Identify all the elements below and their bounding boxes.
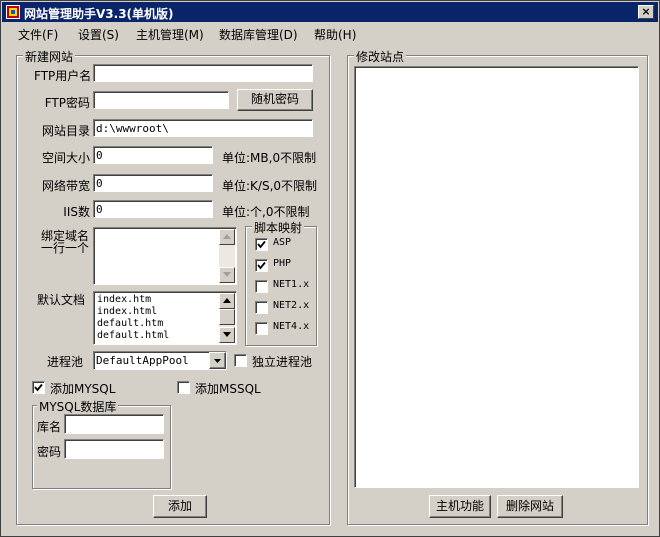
script-net1x-checkbox[interactable] (255, 280, 268, 293)
menu-file[interactable]: 文件(F) (18, 26, 58, 43)
bandwidth-label: 网络带宽 (41, 179, 90, 193)
bandwidth-input[interactable]: 0 (93, 174, 213, 192)
default-doc-scrollbar[interactable] (219, 293, 235, 343)
app-pool-label: 进程池 (47, 355, 84, 369)
add-mysql-label: 添加MYSQL (50, 382, 116, 396)
script-php-checkbox[interactable] (255, 259, 268, 272)
title-bar: 网站管理助手V3.3(单机版) × (2, 2, 658, 22)
site-dir-label: 网站目录 (41, 124, 90, 138)
script-net4x-label: NET4.x (273, 321, 310, 332)
db-password-input[interactable] (64, 439, 164, 459)
ftp-password-input[interactable] (93, 91, 229, 109)
script-asp-checkbox[interactable] (255, 238, 268, 251)
list-item[interactable]: default.htm (94, 318, 236, 330)
checkmark-icon (257, 261, 266, 270)
site-dir-input[interactable]: d:\wwwroot\ (93, 119, 313, 137)
arrow-up-icon (223, 298, 231, 303)
close-button[interactable]: × (638, 5, 654, 19)
add-mysql-checkbox[interactable] (32, 381, 45, 394)
menu-settings[interactable]: 设置(S) (78, 26, 119, 43)
chevron-down-icon (214, 359, 221, 363)
add-button[interactable]: 添加 (153, 495, 207, 518)
script-asp-label: ASP (273, 237, 292, 248)
checkmark-icon (34, 383, 43, 392)
app-icon (6, 5, 20, 19)
db-name-input[interactable] (64, 414, 164, 434)
ftp-user-input[interactable] (93, 64, 313, 82)
scroll-up-button[interactable] (219, 229, 235, 245)
script-mapping-title: 脚本映射 (252, 219, 305, 236)
independent-pool-checkbox[interactable] (234, 354, 247, 367)
list-item[interactable]: index.html (94, 306, 236, 318)
script-net1x-label: NET1.x (273, 279, 310, 290)
scroll-down-button[interactable] (219, 327, 235, 343)
bind-domain-hint-label: 一行一个 (41, 241, 90, 255)
bandwidth-unit-label: 单位:K/S,0不限制 (222, 179, 318, 193)
iis-unit-label: 单位:个,0不限制 (222, 205, 310, 219)
iis-count-input[interactable]: 0 (93, 200, 213, 218)
script-net4x-checkbox[interactable] (255, 322, 268, 335)
arrow-down-icon (223, 272, 231, 277)
add-mssql-checkbox[interactable] (177, 381, 190, 394)
iis-count-label: IIS数 (63, 205, 90, 219)
mysql-db-group-title: MYSQL数据库 (37, 398, 119, 415)
default-doc-list[interactable]: index.htm index.html default.htm default… (93, 291, 237, 345)
checkmark-icon (257, 240, 266, 249)
new-site-group-title: 新建网站 (23, 48, 76, 65)
scroll-down-button[interactable] (219, 267, 235, 283)
app-pool-select[interactable]: DefaultAppPool (93, 351, 227, 370)
script-php-label: PHP (273, 258, 292, 269)
scroll-up-button[interactable] (219, 293, 235, 309)
default-doc-label: 默认文档 (37, 293, 86, 307)
bind-domain-textarea[interactable] (93, 227, 237, 285)
delete-site-button[interactable]: 删除网站 (497, 495, 563, 518)
space-size-label: 空间大小 (41, 151, 90, 165)
scroll-thumb[interactable] (219, 309, 235, 325)
script-net2x-checkbox[interactable] (255, 301, 268, 314)
site-list[interactable] (354, 66, 639, 488)
app-pool-dropdown-button[interactable] (209, 352, 226, 369)
db-name-label: 库名 (37, 420, 62, 434)
close-icon: × (641, 5, 651, 18)
random-password-button[interactable]: 随机密码 (237, 89, 313, 111)
bind-domain-scrollbar[interactable] (219, 229, 235, 283)
menu-bar: 文件(F) 设置(S) 主机管理(M) 数据库管理(D) 帮助(H) (2, 23, 658, 43)
space-unit-label: 单位:MB,0不限制 (222, 151, 317, 165)
script-net2x-label: NET2.x (273, 300, 310, 311)
window-title: 网站管理助手V3.3(单机版) (24, 7, 174, 21)
space-size-input[interactable]: 0 (93, 146, 213, 164)
menu-host-management[interactable]: 主机管理(M) (136, 26, 204, 43)
menu-help[interactable]: 帮助(H) (314, 26, 356, 43)
app-window: 网站管理助手V3.3(单机版) × 文件(F) 设置(S) 主机管理(M) 数据… (0, 0, 660, 537)
independent-pool-label: 独立进程池 (252, 355, 313, 369)
menu-database-management[interactable]: 数据库管理(D) (219, 26, 298, 43)
arrow-up-icon (223, 234, 231, 239)
list-item[interactable]: default.html (94, 330, 236, 342)
arrow-down-icon (223, 332, 231, 337)
host-functions-button[interactable]: 主机功能 (429, 495, 491, 518)
ftp-user-label: FTP用户名 (34, 69, 92, 83)
list-item[interactable]: index.htm (94, 294, 236, 306)
ftp-password-label: FTP密码 (44, 96, 90, 110)
edit-site-group-title: 修改站点 (354, 48, 407, 65)
db-password-label: 密码 (37, 445, 62, 459)
add-mssql-label: 添加MSSQL (195, 382, 261, 396)
